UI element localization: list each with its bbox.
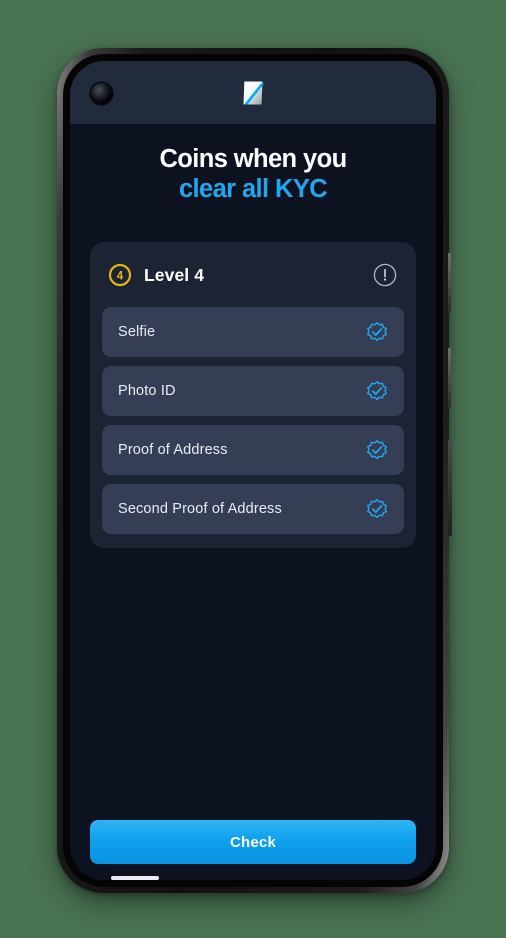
verified-badge-check-icon xyxy=(367,499,387,519)
hero-heading: Coins when you clear all KYC xyxy=(70,124,436,204)
phone-screen: Coins when you clear all KYC 4 Level 4 S… xyxy=(70,61,436,880)
kyc-row-second-proof-of-address[interactable]: Second Proof of Address xyxy=(102,484,404,535)
kyc-row-label: Selfie xyxy=(118,324,156,341)
kyc-row-label: Proof of Address xyxy=(118,442,228,459)
level-badge-number: 4 xyxy=(117,271,124,283)
verified-badge-check-icon xyxy=(367,322,387,342)
level-badge-icon: 4 xyxy=(108,264,132,287)
kyc-row-label: Photo ID xyxy=(118,383,176,400)
brand-logo-icon xyxy=(243,81,265,105)
hero-line-1: Coins when you xyxy=(159,145,347,173)
primary-action-area: Check xyxy=(70,820,436,880)
check-button[interactable]: Check xyxy=(90,820,416,864)
app-header xyxy=(70,61,436,124)
power-button[interactable] xyxy=(448,440,452,536)
kyc-row-proof-of-address[interactable]: Proof of Address xyxy=(102,425,404,476)
camera-icon xyxy=(91,83,112,104)
kyc-row-label: Second Proof of Address xyxy=(118,501,282,518)
volume-down-button[interactable] xyxy=(448,348,451,408)
kyc-level-card: 4 Level 4 Selfie Photo ID Proof of Addre… xyxy=(90,242,416,549)
kyc-row-photo-id[interactable]: Photo ID xyxy=(102,366,404,417)
app-content: Coins when you clear all KYC 4 Level 4 S… xyxy=(70,124,436,880)
hero-line-2: clear all KYC xyxy=(178,175,328,204)
phone-device-frame: Coins when you clear all KYC 4 Level 4 S… xyxy=(57,48,452,893)
active-tab-indicator xyxy=(111,876,159,880)
exclamation-circle-icon[interactable] xyxy=(372,262,398,288)
volume-up-button[interactable] xyxy=(448,253,451,313)
verified-badge-check-icon xyxy=(367,440,387,460)
kyc-card-header: 4 Level 4 xyxy=(102,252,404,298)
verified-badge-check-icon xyxy=(367,381,387,401)
level-title: Level 4 xyxy=(144,264,205,285)
kyc-row-selfie[interactable]: Selfie xyxy=(102,307,404,358)
kyc-requirement-list: Selfie Photo ID Proof of Address Second … xyxy=(102,307,404,535)
